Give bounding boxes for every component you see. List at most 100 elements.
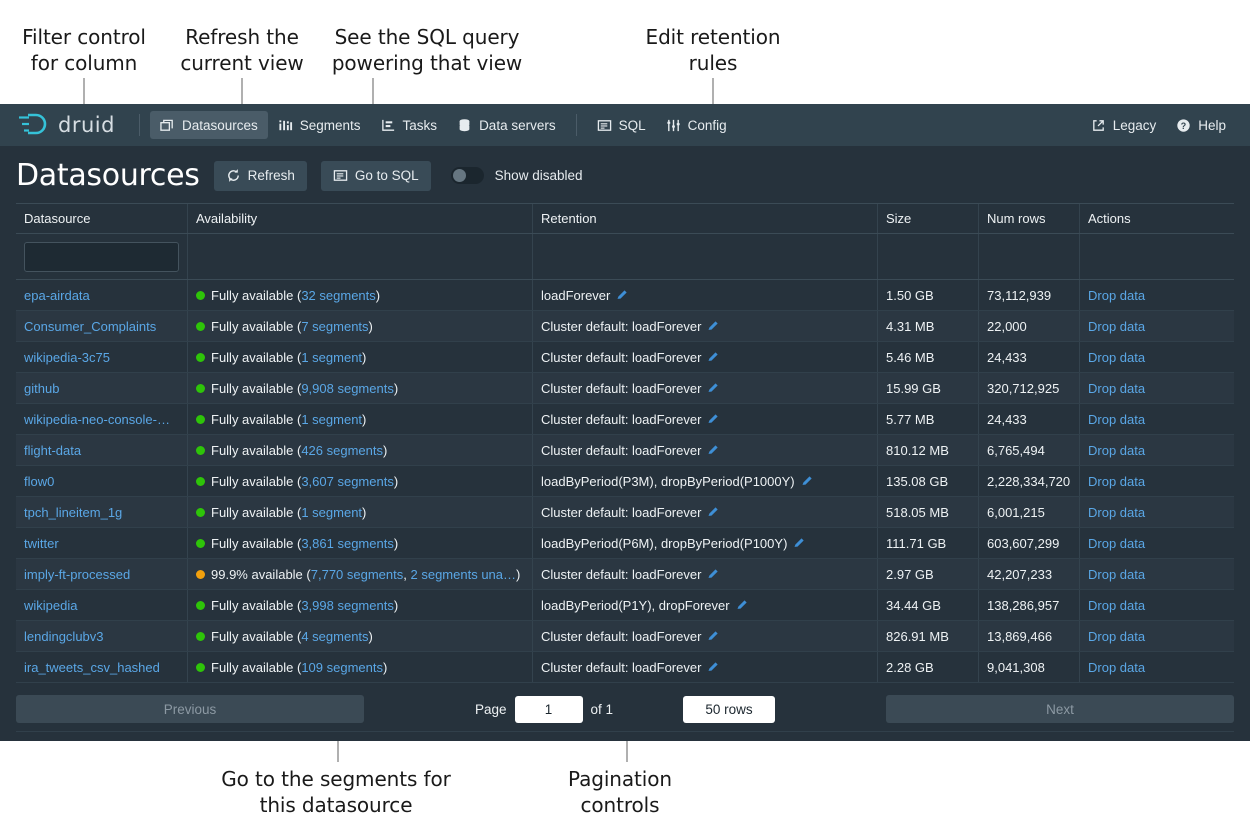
go-to-sql-button[interactable]: Go to SQL	[320, 160, 431, 191]
drop-data-link[interactable]: Drop data	[1088, 319, 1145, 334]
edit-pencil-icon[interactable]	[616, 289, 628, 301]
availability-status: Fully available	[211, 597, 294, 613]
annotation-text: Go to the segments for this datasource	[221, 767, 451, 817]
datasource-link[interactable]: twitter	[24, 536, 59, 551]
nav-item-data-servers[interactable]: Data servers	[447, 111, 566, 139]
segments-link[interactable]: 3,861 segments	[301, 536, 394, 551]
nav-label-help: Help	[1198, 117, 1226, 133]
cell-actions: Drop data	[1080, 536, 1234, 551]
nav-item-config[interactable]: Config	[656, 111, 737, 139]
drop-data-link[interactable]: Drop data	[1088, 629, 1145, 644]
drop-data-link[interactable]: Drop data	[1088, 598, 1145, 613]
next-page-button[interactable]: Next	[886, 695, 1234, 723]
column-header-retention[interactable]: Retention	[533, 204, 878, 233]
cell-size: 5.46 MB	[878, 342, 979, 372]
rows-per-page-select[interactable]: 50 rows	[683, 695, 776, 723]
drop-data-link[interactable]: Drop data	[1088, 288, 1145, 303]
edit-pencil-icon[interactable]	[707, 661, 719, 673]
availability-text: Fully available (1 segment)	[211, 505, 366, 520]
availability-paren-close: )	[362, 349, 367, 365]
segments-link[interactable]: 3,607 segments	[301, 474, 394, 489]
datasource-link[interactable]: lendingclubv3	[24, 629, 104, 644]
segments-link[interactable]: 1 segment	[301, 350, 362, 365]
segments-link[interactable]: 3,998 segments	[301, 598, 394, 613]
datasource-link[interactable]: wikipedia	[24, 598, 77, 613]
availability-text: Fully available (3,998 segments)	[211, 598, 398, 613]
drop-data-link[interactable]: Drop data	[1088, 350, 1145, 365]
edit-pencil-icon[interactable]	[707, 630, 719, 642]
table-row: wikipedia Fully available (3,998 segments…	[16, 590, 1234, 621]
segments-link[interactable]: 32 segments	[301, 288, 375, 303]
refresh-button[interactable]: Refresh	[213, 160, 307, 191]
show-disabled-switch[interactable]	[450, 167, 484, 184]
servers-icon	[459, 118, 470, 131]
datasource-link[interactable]: flight-data	[24, 443, 81, 458]
page-number-input[interactable]	[514, 695, 583, 723]
edit-pencil-icon[interactable]	[707, 444, 719, 456]
datasource-link[interactable]: flow0	[24, 474, 54, 489]
druid-logo[interactable]: druid	[16, 112, 115, 138]
segments-link[interactable]: 1 segment	[301, 505, 362, 520]
drop-data-link[interactable]: Drop data	[1088, 412, 1145, 427]
nav-item-legacy[interactable]: Legacy	[1081, 111, 1167, 139]
edit-pencil-icon[interactable]	[707, 320, 719, 332]
nav-item-tasks[interactable]: Tasks	[371, 111, 448, 139]
nav-label-config: Config	[687, 117, 727, 133]
cell-size: 810.12 MB	[878, 435, 979, 465]
datasource-link[interactable]: ira_tweets_csv_hashed	[24, 660, 160, 675]
column-header-actions[interactable]: Actions	[1080, 211, 1234, 226]
drop-data-link[interactable]: Drop data	[1088, 660, 1145, 675]
drop-data-link[interactable]: Drop data	[1088, 443, 1145, 458]
segments-link[interactable]: 1 segment	[301, 412, 362, 427]
datasource-link[interactable]: imply-ft-processed	[24, 567, 130, 582]
edit-pencil-icon[interactable]	[707, 351, 719, 363]
nav-item-datasources[interactable]: Datasources	[149, 111, 268, 139]
nav-item-help[interactable]: ? Help	[1166, 111, 1236, 139]
segments-link[interactable]: 7,770 segments	[311, 567, 404, 582]
segments-link[interactable]: 9,908 segments	[301, 381, 394, 396]
drop-data-link[interactable]: Drop data	[1088, 505, 1145, 520]
availability-paren-open: (	[302, 566, 311, 582]
druid-console-window: druid Datasources Segments Tasks Data se…	[0, 104, 1250, 741]
cell-availability: Fully available (1 segment)	[188, 497, 533, 527]
retention-text: Cluster default: loadForever	[541, 380, 702, 396]
datasource-link[interactable]: Consumer_Complaints	[24, 319, 156, 334]
column-header-availability[interactable]: Availability	[188, 204, 533, 233]
show-disabled-toggle[interactable]: Show disabled	[450, 167, 582, 184]
column-header-size[interactable]: Size	[878, 204, 979, 233]
edit-pencil-icon[interactable]	[793, 537, 805, 549]
datasource-link[interactable]: epa-airdata	[24, 288, 90, 303]
column-header-num-rows[interactable]: Num rows	[979, 204, 1080, 233]
drop-data-link[interactable]: Drop data	[1088, 381, 1145, 396]
cell-actions: Drop data	[1080, 381, 1234, 396]
nav-divider-2	[575, 114, 577, 136]
datasource-link[interactable]: github	[24, 381, 59, 396]
column-header-datasource[interactable]: Datasource	[16, 204, 188, 233]
segments-link[interactable]: 7 segments	[301, 319, 368, 334]
drop-data-link[interactable]: Drop data	[1088, 536, 1145, 551]
edit-pencil-icon[interactable]	[801, 475, 813, 487]
segments-link[interactable]: 4 segments	[301, 629, 368, 644]
edit-pencil-icon[interactable]	[707, 382, 719, 394]
datasource-link[interactable]: wikipedia-neo-console-…	[24, 412, 170, 427]
cell-retention: Cluster default: loadForever	[533, 559, 878, 589]
pagination-bar: Previous Page of 1 50 rows Next	[16, 687, 1234, 732]
drop-data-link[interactable]: Drop data	[1088, 474, 1145, 489]
availability-paren-close: )	[368, 628, 373, 644]
availability-unavailable-link[interactable]: 2 segments una…	[411, 567, 517, 582]
previous-page-button[interactable]: Previous	[16, 695, 364, 723]
drop-data-link[interactable]: Drop data	[1088, 567, 1145, 582]
segments-link[interactable]: 109 segments	[301, 660, 383, 675]
nav-item-segments[interactable]: Segments	[268, 111, 371, 139]
edit-pencil-icon[interactable]	[707, 568, 719, 580]
refresh-label: Refresh	[247, 168, 295, 183]
cell-actions: Drop data	[1080, 288, 1234, 303]
nav-item-sql[interactable]: SQL	[587, 111, 656, 139]
edit-pencil-icon[interactable]	[707, 506, 719, 518]
edit-pencil-icon[interactable]	[736, 599, 748, 611]
datasource-filter-input[interactable]	[24, 241, 179, 272]
datasource-link[interactable]: wikipedia-3c75	[24, 350, 110, 365]
segments-link[interactable]: 426 segments	[301, 443, 383, 458]
edit-pencil-icon[interactable]	[707, 413, 719, 425]
datasource-link[interactable]: tpch_lineitem_1g	[24, 505, 122, 520]
